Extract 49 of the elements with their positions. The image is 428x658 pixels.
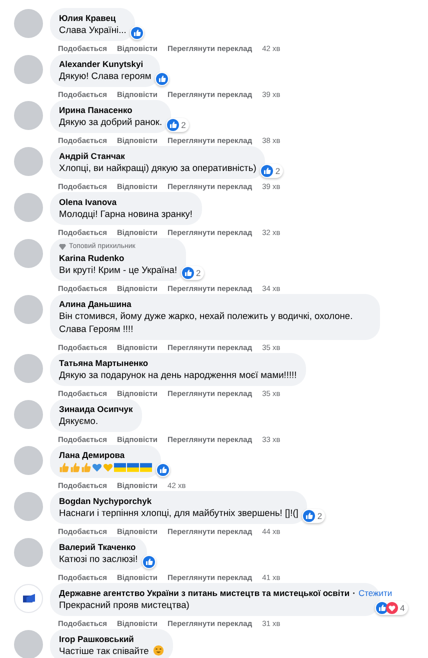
comment-text: Дякуємо. (59, 415, 100, 428)
comment-author[interactable]: Alexander Kunytskyi (59, 59, 144, 69)
page-logo-icon[interactable] (14, 584, 43, 613)
avatar[interactable] (14, 55, 43, 84)
avatar[interactable] (14, 295, 43, 324)
follow-link[interactable]: Стежити (358, 588, 392, 598)
comment-author[interactable]: Лана Демирова (59, 450, 125, 460)
comment-text: Молодці! Гарна новина зранку! (59, 208, 192, 221)
comment-text: Дякую! Слава героям (59, 70, 152, 83)
diamond-icon (59, 244, 66, 250)
avatar[interactable] (14, 239, 43, 268)
comment-text: Дякую за добрий ранок. (59, 116, 162, 129)
reaction-counter[interactable]: 2 (302, 509, 326, 523)
comment-author[interactable]: Державне агентство України з питань мистецтв та мистецької освіти (59, 588, 350, 598)
comment-text: Він стомився, йому дуже жарко, нехай полежить у водичкі, охолоне. Слава Героям !!!! (59, 310, 354, 336)
comment-author[interactable]: Зинаида Осипчук (59, 404, 133, 414)
avatar[interactable] (14, 492, 43, 521)
avatar[interactable] (14, 147, 43, 176)
comment-author[interactable]: Ігор Рашковський (59, 634, 134, 644)
comment-text: Прекрасний прояв мистецтва) (59, 599, 190, 612)
reaction-counter[interactable]: 4 (375, 601, 408, 615)
avatar[interactable] (14, 354, 43, 383)
reaction-counter[interactable]: 2 (260, 164, 284, 178)
avatar[interactable] (14, 446, 43, 475)
avatar[interactable] (14, 193, 43, 222)
avatar[interactable] (14, 538, 43, 567)
comment-author[interactable]: Алина Даньшина (59, 299, 132, 309)
comment-author[interactable]: Bogdan Nychyporchyk (59, 496, 152, 506)
avatar[interactable] (14, 101, 43, 130)
reaction-counter[interactable]: 2 (166, 118, 189, 132)
comment-author[interactable]: Валерий Ткаченко (59, 542, 136, 552)
comment-text: Слава Україні... (59, 24, 126, 37)
comment-author[interactable]: Karina Rudenko (59, 253, 124, 263)
comment-author[interactable]: Olena Ivanova (59, 197, 117, 207)
comment-text: Дякую за подарунок на день народження моєї мами!!!!! (59, 369, 297, 382)
comment-author[interactable]: Андрій Станчак (59, 151, 125, 161)
comment-text: Наснаги і терпіння хлопці, для майбутніх звершень! []!(] (59, 507, 298, 520)
avatar[interactable] (14, 9, 43, 38)
comment-author[interactable]: Юлия Кравец (59, 13, 116, 23)
reaction-counter[interactable]: 2 (181, 266, 204, 280)
comment-text: Хлопці, ви найкращі) дякую за оперативність) (59, 162, 256, 175)
comment-text: Катюзі по заслюзі! (59, 553, 138, 566)
avatar[interactable] (14, 630, 43, 658)
comment-author[interactable]: Татьяна Мартыненко (59, 358, 148, 368)
comment-text: Ви круті! Крим - це Україна! (59, 264, 178, 277)
separator-dot: · (352, 588, 356, 598)
avatar[interactable] (14, 400, 43, 429)
comment-author[interactable]: Ирина Панасенко (59, 105, 132, 115)
comment-text: Частіше так співайте (59, 645, 164, 658)
